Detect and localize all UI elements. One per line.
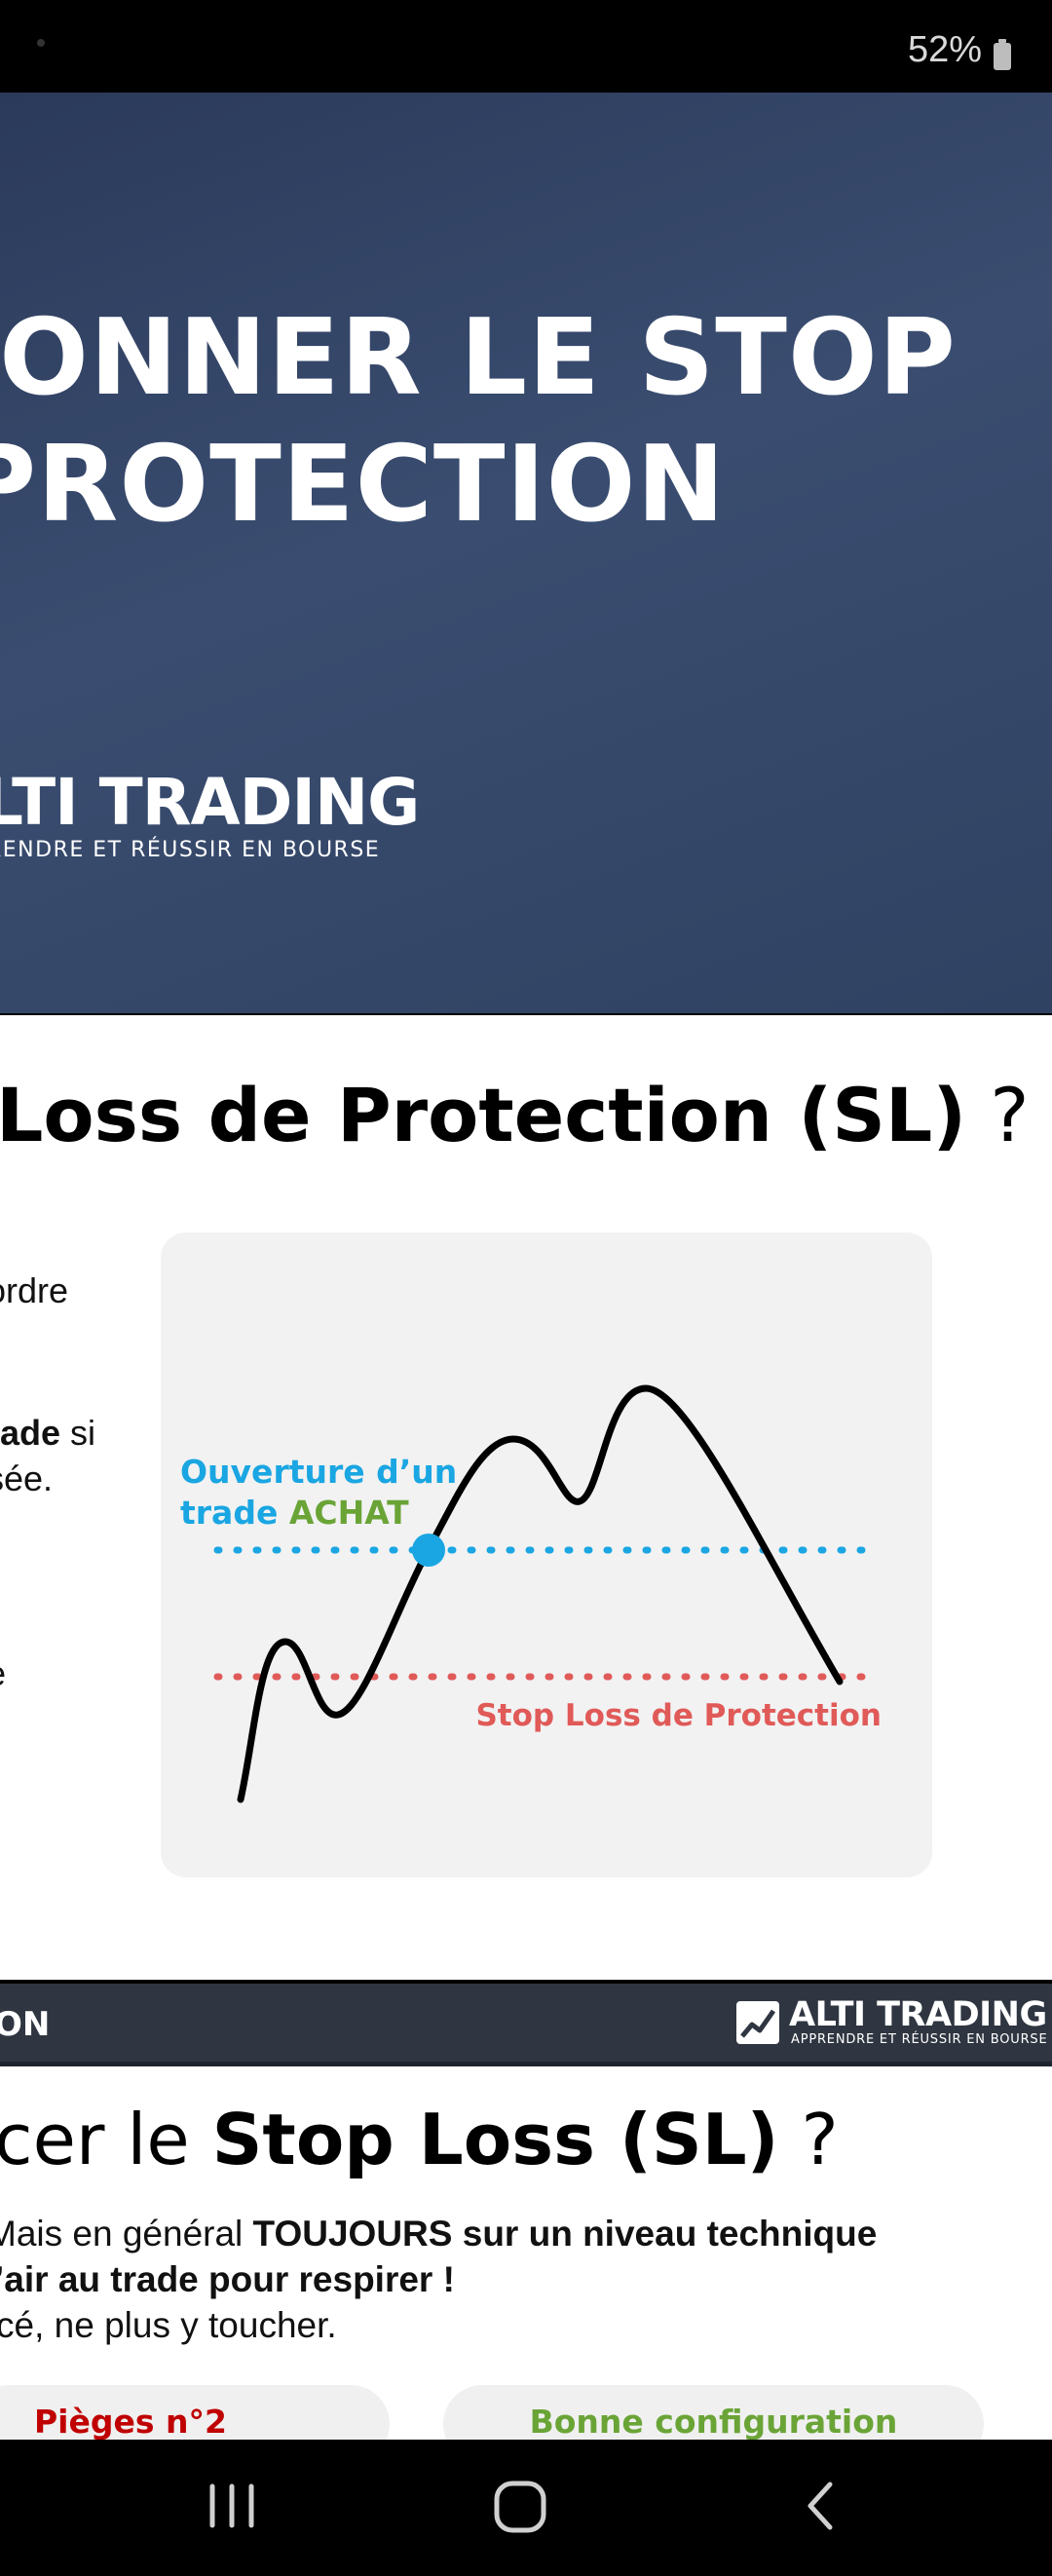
good-configuration-card: Bonne configuration — [443, 2385, 984, 2440]
definition-text-line2-bold: rade — [0, 1413, 61, 1453]
definition-title-bold: Loss de Protection (SL) — [0, 1072, 967, 1158]
traps-card: Pièges n°2 — [0, 2385, 390, 2440]
howto-text-line1-bold: TOUJOURS sur un niveau technique — [252, 2214, 878, 2254]
howto-text-line2: ’air au trade pour respirer ! — [0, 2259, 455, 2299]
definition-text-line2-rest: si — [60, 1413, 96, 1453]
stop-loss-diagram: Ouverture d’un trade ACHAT Stop Loss de … — [180, 1384, 882, 1803]
definition-text-line1: ordre — [0, 1270, 69, 1310]
definition-text-line2: rade si — [0, 1413, 95, 1454]
home-button[interactable] — [494, 2481, 546, 2533]
howto-logo-tagline: APPRENDRE ET RÉUSSIR EN BOURSE — [791, 2032, 1048, 2047]
back-button[interactable] — [789, 2477, 847, 2535]
stop-loss-illustration: Ouverture d’un trade ACHAT Stop Loss de … — [161, 1232, 932, 1877]
hero-slide: IONNER LE STOP PROTECTION LTI TRADING RE… — [0, 93, 1052, 1013]
entry-point-marker — [412, 1534, 445, 1567]
howto-header-bar: ON ALTI TRADING APPRENDRE ET RÉUSSIR EN … — [0, 1984, 1052, 2062]
entry-label-line2: trade ACHAT — [180, 1494, 409, 1532]
header-divider — [0, 2062, 1052, 2066]
hero-brand-tagline: RENDRE ET RÉUSSIR EN BOURSE — [0, 838, 381, 862]
traps-card-label: Pièges n°2 — [34, 2403, 227, 2440]
howto-text-line1-prefix: Mais en général — [0, 2214, 253, 2254]
definition-slide: Loss de Protection (SL) ? ordre rade si … — [0, 1015, 1052, 1980]
hero-brand-logo: LTI TRADING — [0, 765, 420, 840]
definition-text-line4: e — [0, 1653, 6, 1694]
chart-logo-icon — [736, 2001, 779, 2044]
howto-title-suffix: ? — [778, 2099, 839, 2180]
howto-text-line3: cé, ne plus y toucher. — [0, 2305, 337, 2345]
definition-title: Loss de Protection (SL) ? — [0, 1072, 1030, 1158]
entry-label-line1: Ouverture d’un — [180, 1453, 457, 1491]
howto-slide: ON ALTI TRADING APPRENDRE ET RÉUSSIR EN … — [0, 1984, 1052, 2440]
entry-label-achat: ACHAT — [289, 1494, 409, 1532]
status-bar: 52% — [0, 0, 1052, 93]
entry-label-trade: trade — [180, 1494, 289, 1532]
recent-apps-button[interactable] — [195, 2477, 273, 2535]
howto-text-line1: Mais en général TOUJOURS sur un niveau t… — [0, 2214, 877, 2254]
navigation-bar — [0, 2440, 1052, 2572]
battery-percentage: 52% — [907, 29, 982, 70]
camera-dot — [37, 39, 45, 47]
howto-header-title: ON — [0, 2005, 51, 2044]
battery-icon — [994, 39, 1011, 70]
howto-title-prefix: cer le — [0, 2099, 212, 2180]
definition-text-line3: sée. — [0, 1458, 54, 1498]
price-curve — [237, 1384, 844, 1803]
howto-logo-name: ALTI TRADING — [789, 1995, 1047, 2034]
stop-loss-label: Stop Loss de Protection — [475, 1698, 882, 1733]
hero-title-line2: PROTECTION — [0, 424, 726, 546]
good-configuration-label: Bonne configuration — [529, 2403, 898, 2440]
howto-title-bold: Stop Loss (SL) — [211, 2099, 779, 2180]
definition-title-rest: ? — [966, 1072, 1030, 1158]
hero-title-line1: IONNER LE STOP — [0, 297, 957, 419]
howto-title: cer le Stop Loss (SL) ? — [0, 2099, 839, 2180]
